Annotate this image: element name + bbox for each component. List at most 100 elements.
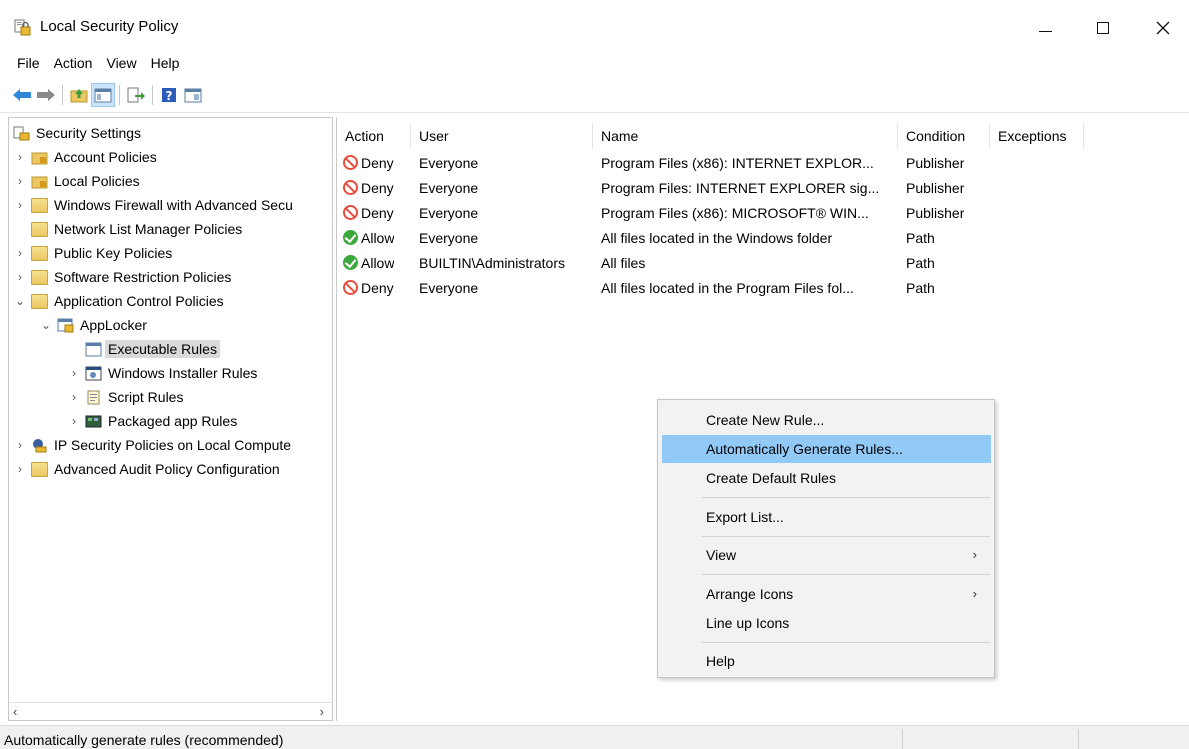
menu-item-create-default-rules[interactable]: Create Default Rules [662, 464, 991, 492]
window-title: Local Security Policy [40, 18, 179, 35]
table-row[interactable]: Deny Everyone Program Files: INTERNET EX… [343, 176, 1183, 201]
action-cell: Deny [343, 176, 394, 201]
chevron-right-icon[interactable]: › [67, 414, 81, 428]
deny-icon [343, 205, 358, 220]
chevron-down-icon[interactable]: ⌄ [39, 318, 53, 332]
applocker-icon [57, 318, 74, 332]
menu-item-help[interactable]: Help [662, 647, 991, 675]
scroll-right-icon[interactable]: › [320, 704, 324, 719]
menu-item-export-list[interactable]: Export List... [662, 503, 991, 531]
status-divider [902, 729, 903, 749]
tree-item-account-policies[interactable]: › Account Policies [13, 146, 157, 168]
tree-item-windows-firewall[interactable]: › Windows Firewall with Advanced Secu [13, 194, 293, 216]
action-cell: Allow [343, 226, 394, 251]
packaged-app-rules-icon [85, 415, 102, 427]
title-bar: Local Security Policy [0, 0, 1189, 48]
menu-item-create-new-rule[interactable]: Create New Rule... [662, 406, 991, 434]
menu-separator [702, 497, 990, 498]
tree-item-script-rules[interactable]: › Script Rules [67, 386, 183, 408]
up-one-level-button[interactable] [67, 83, 91, 107]
name-cell: All files located in the Program Files f… [601, 280, 854, 296]
folder-icon [31, 293, 48, 309]
maximize-icon [1097, 22, 1109, 34]
chevron-right-icon[interactable]: › [67, 366, 81, 380]
table-row[interactable]: Deny Everyone Program Files (x86): MICRO… [343, 201, 1183, 226]
svg-text:?: ? [166, 89, 173, 103]
column-header-user[interactable]: User [411, 123, 593, 149]
back-arrow-icon [13, 89, 31, 101]
table-row[interactable]: Deny Everyone All files located in the P… [343, 276, 1183, 301]
menu-item-automatically-generate-rules[interactable]: Automatically Generate Rules... [662, 435, 991, 463]
action-cell: Deny [343, 201, 394, 226]
menu-item-arrange-icons[interactable]: Arrange Icons › [662, 580, 991, 608]
security-settings-icon [13, 126, 30, 140]
chevron-right-icon[interactable]: › [13, 462, 27, 476]
column-header-name[interactable]: Name [593, 123, 898, 149]
column-header-action[interactable]: Action [337, 123, 411, 149]
user-cell: Everyone [419, 180, 479, 196]
deny-icon [343, 180, 358, 195]
back-button[interactable] [10, 83, 34, 107]
tree-item-windows-installer-rules[interactable]: › Windows Installer Rules [67, 362, 257, 384]
console-tree[interactable]: Security Settings › Account Policies › L… [8, 117, 333, 721]
menu-item-arrange-icons-label: Arrange Icons [706, 586, 794, 602]
chevron-right-icon[interactable]: › [13, 246, 27, 260]
table-row[interactable]: Deny Everyone Program Files (x86): INTER… [343, 151, 1183, 176]
column-header-exceptions[interactable]: Exceptions [990, 123, 1084, 149]
tree-item-network-list-manager[interactable]: Network List Manager Policies [13, 218, 242, 240]
menu-view[interactable]: View [99, 52, 143, 74]
executable-rules-icon [85, 342, 102, 356]
tree-item-applocker[interactable]: ⌄ AppLocker [39, 314, 147, 336]
help-button[interactable]: ? [157, 83, 181, 107]
menu-item-line-up-icons[interactable]: Line up Icons [662, 609, 991, 637]
folder-lock-icon [31, 176, 48, 188]
scroll-left-icon[interactable]: ‹ [13, 704, 17, 719]
properties-button[interactable] [181, 83, 205, 107]
tree-item-executable-rules[interactable]: Executable Rules [67, 338, 220, 360]
tree-item-ip-security-policies[interactable]: › IP Security Policies on Local Compute [13, 434, 291, 456]
close-button[interactable] [1140, 12, 1186, 44]
deny-icon [343, 155, 358, 170]
chevron-right-icon[interactable]: › [13, 174, 27, 188]
toolbar-separator [152, 85, 153, 105]
tree-item-public-key-policies[interactable]: › Public Key Policies [13, 242, 172, 264]
export-list-button[interactable] [124, 83, 148, 107]
table-row[interactable]: Allow BUILTIN\Administrators All files P… [343, 251, 1183, 276]
forward-button[interactable] [34, 83, 58, 107]
folder-icon [31, 221, 48, 237]
table-row[interactable]: Allow Everyone All files located in the … [343, 226, 1183, 251]
tree-item-application-control[interactable]: ⌄ Application Control Policies [13, 290, 224, 312]
tree-item-security-settings[interactable]: Security Settings [13, 122, 141, 144]
menu-separator [702, 642, 990, 643]
menu-action[interactable]: Action [47, 52, 100, 74]
horizontal-scrollbar[interactable]: ‹ › [9, 702, 332, 720]
column-header-condition[interactable]: Condition [898, 123, 990, 149]
condition-cell: Publisher [906, 155, 965, 171]
maximize-button[interactable] [1080, 12, 1126, 44]
menu-item-view[interactable]: View › [662, 541, 991, 569]
chevron-right-icon[interactable]: › [13, 270, 27, 284]
close-icon [1156, 21, 1170, 35]
condition-cell: Path [906, 230, 935, 246]
show-hide-console-tree-button[interactable] [91, 83, 115, 107]
installer-rules-icon [85, 366, 102, 380]
chevron-right-icon[interactable]: › [13, 438, 27, 452]
tree-item-packaged-app-rules[interactable]: › Packaged app Rules [67, 410, 237, 432]
allow-check-icon [343, 255, 358, 270]
folder-icon [31, 269, 48, 285]
chevron-right-icon[interactable]: › [13, 198, 27, 212]
chevron-down-icon[interactable]: ⌄ [13, 294, 27, 308]
tree-item-advanced-audit[interactable]: › Advanced Audit Policy Configuration [13, 458, 280, 480]
allow-check-icon [343, 230, 358, 245]
menu-file[interactable]: File [10, 52, 47, 74]
chevron-right-icon[interactable]: › [67, 390, 81, 404]
menu-separator [702, 574, 990, 575]
minimize-button[interactable] [1022, 12, 1068, 44]
toolbar: ? [10, 82, 205, 108]
chevron-right-icon[interactable]: › [13, 150, 27, 164]
menu-help[interactable]: Help [144, 52, 187, 74]
tree-item-software-restriction[interactable]: › Software Restriction Policies [13, 266, 231, 288]
up-folder-icon [70, 89, 88, 103]
menu-item-view-label: View [706, 547, 737, 563]
tree-item-local-policies[interactable]: › Local Policies [13, 170, 140, 192]
